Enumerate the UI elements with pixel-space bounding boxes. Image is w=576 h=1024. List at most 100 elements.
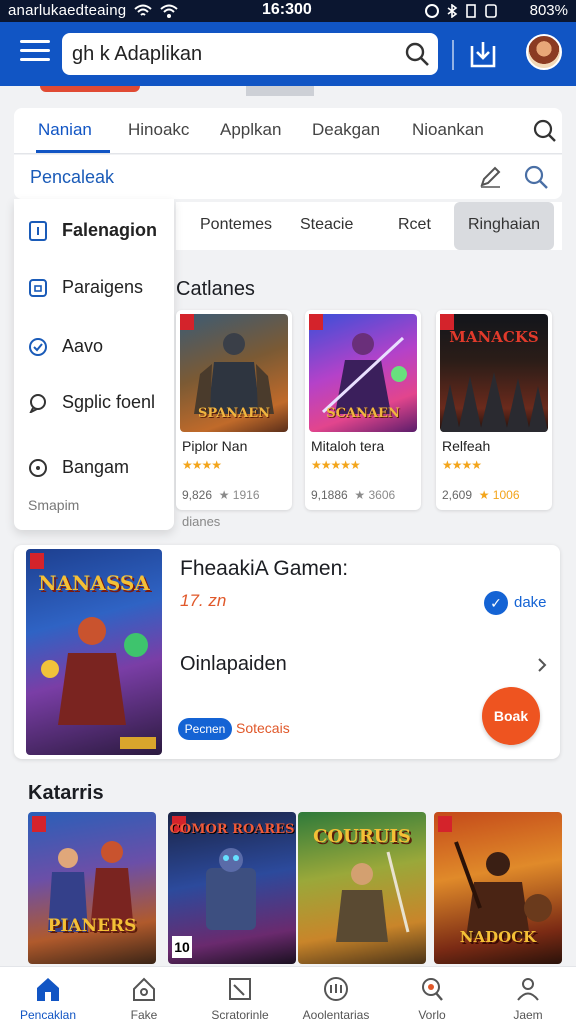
- category-card[interactable]: NADOCK: [434, 812, 562, 964]
- battery-saver-icon: [485, 4, 497, 18]
- nav-label: Pencaklan: [19, 1008, 77, 1022]
- game-badge: [309, 314, 323, 330]
- circle-dot-icon: [29, 459, 47, 477]
- featured-subtitle: 17. zn: [180, 591, 227, 610]
- game-name: Mitaloh tera: [311, 438, 385, 454]
- featured-art-title: NANASSA: [38, 571, 150, 595]
- tab-bar: Nanian Hinoakc Applkan Deakgan Nioankan: [14, 108, 562, 154]
- featured-pill-text: Sotecais: [236, 720, 290, 736]
- search-input[interactable]: [72, 39, 392, 69]
- category-badge: [32, 816, 46, 832]
- nav-item-scratorinle[interactable]: Scratorinle: [192, 967, 288, 1024]
- category-card[interactable]: PIANERS: [28, 812, 156, 964]
- tab-nanian[interactable]: Nanian: [38, 120, 92, 140]
- game-count: 9,1886: [311, 488, 348, 502]
- nav-item-fake[interactable]: Fake: [96, 967, 192, 1024]
- bluetooth-icon: [447, 4, 458, 18]
- nav-label: Jaem: [513, 1008, 543, 1022]
- nav-item-pencaklan[interactable]: Pencaklan: [0, 967, 96, 1024]
- hamburger-menu-icon[interactable]: [20, 40, 50, 66]
- categories-title: Katarris: [28, 782, 104, 804]
- chip-steacie[interactable]: Steacie: [300, 216, 353, 234]
- game-art-title: SPANAEN: [197, 406, 271, 421]
- game-meta: 9,826 ★ 1916: [182, 488, 260, 502]
- game-count: 9,826: [182, 488, 213, 502]
- category-card[interactable]: COURUIS: [298, 812, 426, 964]
- pencil-icon[interactable]: [476, 163, 504, 191]
- game-meta: 9,1886 ★ 3606: [311, 488, 395, 502]
- category-logo: COMOR ROARES: [169, 822, 295, 837]
- featured-action-button[interactable]: Boak: [482, 687, 540, 745]
- featured-row-label: Oinlapaiden: [180, 653, 287, 675]
- side-item-sgplic-foenl[interactable]: Sgplic foenl: [28, 389, 178, 419]
- home-icon: [37, 978, 59, 1001]
- side-item-label: Falenagion: [62, 220, 158, 240]
- game-badge: [180, 314, 194, 330]
- chip-ringhaian[interactable]: Ringhaian: [454, 202, 555, 250]
- game-card[interactable]: SCANAEN Mitaloh tera ★★★★★ 9,1886 ★ 3606: [305, 310, 421, 510]
- category-logo: NADOCK: [459, 928, 537, 946]
- tab-hinoakc[interactable]: Hinoakc: [128, 120, 189, 140]
- nav-item-vorlo[interactable]: Vorlo: [384, 967, 480, 1024]
- chip-pontemes[interactable]: Pontemes: [200, 216, 272, 234]
- side-item-label: Sgplic foenl: [62, 392, 156, 412]
- featured-logo-plate: [120, 737, 156, 749]
- status-bar: anarlukaedteaing 16:300 803%: [0, 0, 576, 22]
- house-outline-icon: [133, 977, 155, 1001]
- tab-nioankan[interactable]: Nioankan: [412, 120, 484, 140]
- game-art-title: MANACKS: [449, 328, 539, 346]
- star-rating: ★★★★★: [311, 458, 361, 472]
- battery-percent: 803%: [529, 2, 568, 19]
- square-icon: [29, 221, 47, 241]
- tab-search-icon[interactable]: [532, 118, 558, 144]
- nav-item-jaem[interactable]: Jaem: [480, 967, 576, 1024]
- nav-label: Vorlo: [418, 1008, 446, 1022]
- search-box[interactable]: [62, 33, 438, 75]
- search-icon[interactable]: [404, 41, 430, 67]
- category-card[interactable]: COMOR ROARES 10: [168, 812, 296, 964]
- category-badge: [438, 816, 452, 832]
- side-item-falenagion[interactable]: Falenagion: [28, 217, 178, 247]
- age-rating-badge: 10: [172, 936, 192, 958]
- community-icon: [324, 977, 348, 1001]
- game-name: Relfeah: [442, 438, 491, 454]
- game-card[interactable]: MANACKS Relfeah ★★★★ 2,609 ★ 1006: [436, 310, 552, 510]
- featured-pill[interactable]: Pecnen: [178, 718, 232, 740]
- image-icon: [229, 978, 251, 1000]
- tab-deakgan[interactable]: Deakgan: [312, 120, 380, 140]
- side-item-aavo[interactable]: Aavo: [28, 333, 178, 363]
- vibrate-icon: [466, 4, 476, 18]
- sub-search-icon[interactable]: [522, 163, 550, 191]
- game-count: 2,609: [442, 488, 473, 502]
- side-item-label: Bangam: [62, 457, 130, 477]
- side-dropdown-menu: Falenagion Paraigens Aavo Sgplic foenl B…: [14, 199, 174, 530]
- app-bar-divider: [452, 40, 454, 70]
- bottom-nav: Pencaklan Fake Scratorinle Aoolentarias …: [0, 966, 576, 1024]
- featured-details-row[interactable]: Oinlapaiden: [180, 651, 550, 681]
- featured-badge: [30, 553, 44, 569]
- featured-title: FheaakiA Gamen:: [180, 557, 349, 580]
- side-item-paraigens[interactable]: Paraigens: [28, 274, 178, 304]
- status-left-text: anarlukaedteaing: [8, 2, 127, 19]
- game-card[interactable]: SPANAEN Piplor Nan ★★★★ 9,826 ★ 1916: [176, 310, 292, 510]
- search-heart-icon: [422, 978, 443, 1001]
- download-icon[interactable]: [468, 38, 498, 70]
- sub-header-title: Pencaleak: [30, 167, 115, 187]
- chevron-right-icon: [538, 658, 547, 672]
- status-time: 16:300: [262, 1, 312, 18]
- side-menu-footer: Smapim: [28, 497, 80, 513]
- nav-item-aoolentarias[interactable]: Aoolentarias: [288, 967, 384, 1024]
- catalog-footer: dianes: [182, 514, 221, 529]
- game-badge: [440, 314, 454, 330]
- tab-applkan[interactable]: Applkan: [220, 120, 281, 140]
- chip-rcet[interactable]: Rcet: [398, 216, 431, 234]
- alarm-icon: [425, 4, 439, 18]
- side-item-label: Aavo: [62, 336, 104, 356]
- game-art-title: SCANAEN: [326, 406, 400, 421]
- game-meta: 2,609 ★ 1006: [442, 488, 520, 502]
- game-art: SPANAEN: [180, 314, 288, 432]
- avatar[interactable]: [526, 34, 562, 70]
- featured-art[interactable]: NANASSA: [26, 549, 162, 755]
- side-item-bangam[interactable]: Bangam: [28, 454, 178, 484]
- wifi-icon: [134, 4, 152, 16]
